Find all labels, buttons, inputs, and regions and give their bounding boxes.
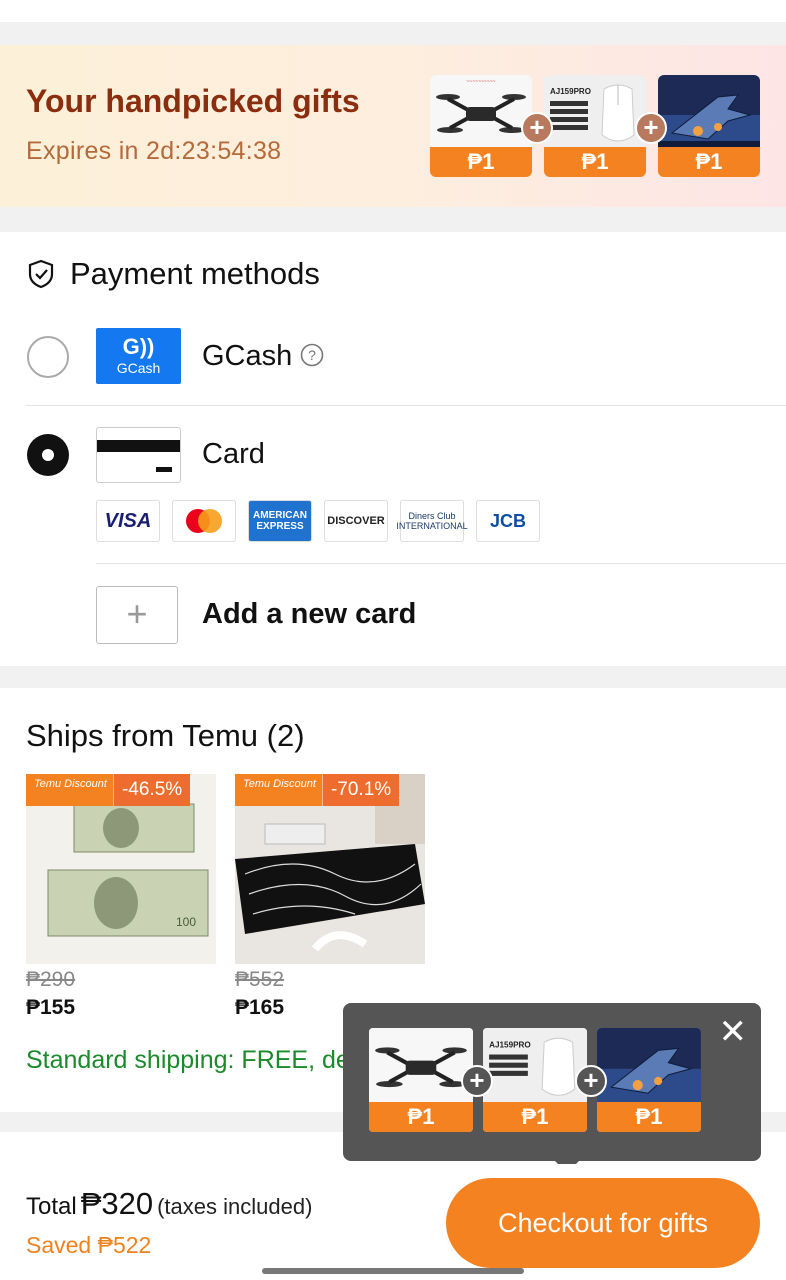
discount-badge: Temu Discount -70.1% bbox=[235, 774, 400, 806]
card-radio[interactable] bbox=[27, 434, 69, 476]
gift-item-drone[interactable]: ~~~~~~~~~~ ₱1 bbox=[430, 75, 532, 177]
saved-amount: Saved ₱522 bbox=[26, 1232, 152, 1258]
payment-methods-section: Payment methods G)) GCash GCash ? Card V… bbox=[0, 232, 786, 666]
popup-gift-drone[interactable]: ₱1 bbox=[369, 1028, 473, 1132]
ships-title: Ships from Temu (2) bbox=[26, 718, 305, 753]
plus-icon: + bbox=[461, 1065, 493, 1097]
gift-item-mouse[interactable]: AJ159PRO ₱1 bbox=[544, 75, 646, 177]
original-price: ₱552 bbox=[235, 968, 285, 991]
gcash-logo: G)) GCash bbox=[96, 328, 181, 384]
jet-monitor-image bbox=[658, 75, 760, 149]
close-icon[interactable]: ✕ bbox=[719, 1015, 748, 1049]
mouse-image: AJ159PRO bbox=[483, 1028, 587, 1104]
plus-icon: + bbox=[521, 112, 553, 144]
gift-price: ₱1 bbox=[430, 147, 532, 177]
payment-title-text: Payment methods bbox=[70, 256, 320, 291]
mastercard-logo bbox=[172, 500, 236, 542]
gift-price: ₱1 bbox=[483, 1102, 587, 1132]
gift-item-jet-monitor[interactable]: ₱1 bbox=[658, 75, 760, 177]
svg-text:~~~~~~~~~~: ~~~~~~~~~~ bbox=[466, 79, 495, 85]
desk-mat-image: Temu Discount -70.1% bbox=[235, 774, 425, 964]
svg-text:100: 100 bbox=[176, 915, 196, 929]
money-mousepad-image: 100 Temu Discount -46.5% bbox=[26, 774, 216, 964]
gcash-option[interactable]: GCash ? bbox=[202, 340, 324, 373]
product-card[interactable]: 100 Temu Discount -46.5% ₱290 ₱155 bbox=[26, 774, 216, 1020]
total-amount: ₱320 bbox=[80, 1186, 154, 1221]
total-label: Total bbox=[26, 1193, 77, 1220]
card-brands: VISA AMERICAN EXPRESS DISCOVER Diners Cl… bbox=[96, 500, 540, 542]
svg-text:?: ? bbox=[308, 347, 316, 363]
amex-logo: AMERICAN EXPRESS bbox=[248, 500, 312, 542]
gift-price: ₱1 bbox=[544, 147, 646, 177]
product-card[interactable]: Temu Discount -70.1% ₱552 ₱165 bbox=[235, 774, 425, 1020]
gift-price: ₱1 bbox=[369, 1102, 473, 1132]
gcash-radio[interactable] bbox=[27, 336, 69, 378]
shipping-info: Standard shipping: FREE, del bbox=[26, 1046, 356, 1074]
mouse-image: AJ159PRO bbox=[544, 75, 646, 149]
popup-gift-jet-monitor[interactable]: ₱1 bbox=[597, 1028, 701, 1132]
credit-card-icon bbox=[96, 427, 181, 483]
payment-title: Payment methods bbox=[26, 256, 320, 292]
svg-text:AJ159PRO: AJ159PRO bbox=[489, 1040, 531, 1049]
jet-monitor-image bbox=[597, 1028, 701, 1104]
add-card-plus-icon[interactable]: + bbox=[96, 586, 178, 644]
gift-price: ₱1 bbox=[658, 147, 760, 177]
plus-icon: + bbox=[635, 112, 667, 144]
gifts-countdown: Expires in 2d:23:54:38 bbox=[26, 137, 282, 165]
visa-logo: VISA bbox=[96, 500, 160, 542]
checkout-bar: Total ₱320 (taxes included) Saved ₱522 C… bbox=[0, 1164, 786, 1280]
drone-image bbox=[369, 1028, 473, 1104]
order-total: Total ₱320 (taxes included) bbox=[26, 1186, 312, 1222]
home-indicator[interactable] bbox=[262, 1268, 524, 1274]
add-new-card-button[interactable]: Add a new card bbox=[202, 598, 416, 631]
top-strip bbox=[0, 0, 786, 22]
divider bbox=[26, 405, 786, 406]
discover-logo: DISCOVER bbox=[324, 500, 388, 542]
gift-popup[interactable]: ✕ ₱1 AJ159PRO ₱1 ₱1 + + bbox=[343, 1003, 761, 1173]
discount-badge: Temu Discount -46.5% bbox=[26, 774, 191, 806]
gcash-label: GCash bbox=[202, 340, 293, 372]
gcash-logo-text: GCash bbox=[116, 360, 161, 376]
drone-image: ~~~~~~~~~~ bbox=[430, 75, 532, 149]
gifts-banner[interactable]: Your handpicked gifts Expires in 2d:23:5… bbox=[0, 45, 786, 207]
popup-gift-mouse[interactable]: AJ159PRO ₱1 bbox=[483, 1028, 587, 1132]
plus-icon: + bbox=[575, 1065, 607, 1097]
tax-note: (taxes included) bbox=[157, 1194, 313, 1219]
checkout-button[interactable]: Checkout for gifts bbox=[446, 1178, 760, 1268]
jcb-logo: JCB bbox=[476, 500, 540, 542]
original-price: ₱290 bbox=[26, 968, 76, 991]
svg-text:AJ159PRO: AJ159PRO bbox=[550, 87, 591, 96]
divider bbox=[96, 563, 786, 564]
card-label[interactable]: Card bbox=[202, 438, 265, 471]
diners-club-logo: Diners Club INTERNATIONAL bbox=[396, 500, 468, 542]
gifts-title: Your handpicked gifts bbox=[26, 83, 360, 119]
help-icon[interactable]: ? bbox=[300, 343, 324, 367]
shield-check-icon bbox=[28, 259, 54, 289]
sale-price: ₱155 bbox=[26, 996, 76, 1019]
gift-price: ₱1 bbox=[597, 1102, 701, 1132]
